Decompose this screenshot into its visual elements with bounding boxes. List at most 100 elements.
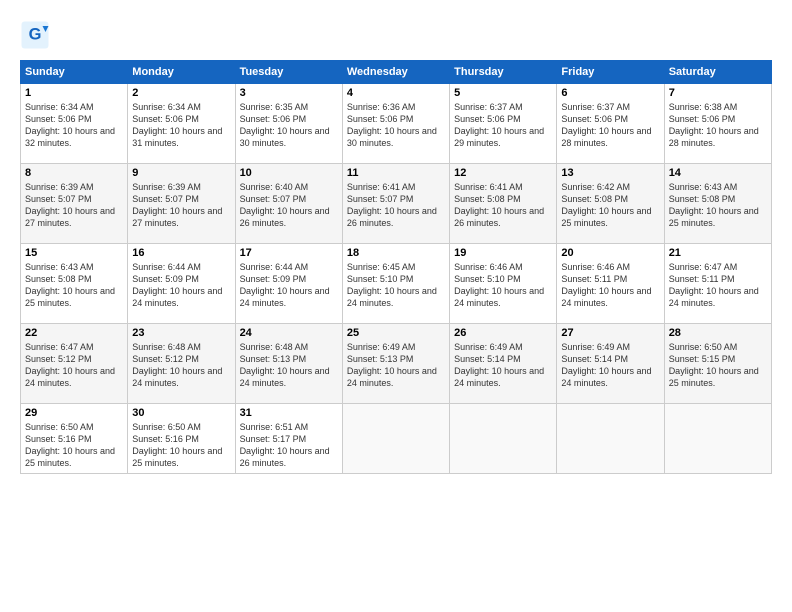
day-info: Sunrise: 6:48 AM Sunset: 5:12 PM Dayligh… <box>132 341 230 390</box>
calendar-cell: 23 Sunrise: 6:48 AM Sunset: 5:12 PM Dayl… <box>128 324 235 404</box>
calendar-week-row: 22 Sunrise: 6:47 AM Sunset: 5:12 PM Dayl… <box>21 324 772 404</box>
calendar-cell: 4 Sunrise: 6:36 AM Sunset: 5:06 PM Dayli… <box>342 84 449 164</box>
day-info: Sunrise: 6:46 AM Sunset: 5:11 PM Dayligh… <box>561 261 659 310</box>
calendar-cell: 2 Sunrise: 6:34 AM Sunset: 5:06 PM Dayli… <box>128 84 235 164</box>
day-number: 12 <box>454 167 552 179</box>
day-number: 25 <box>347 327 445 339</box>
calendar-cell: 15 Sunrise: 6:43 AM Sunset: 5:08 PM Dayl… <box>21 244 128 324</box>
day-number: 13 <box>561 167 659 179</box>
day-number: 31 <box>240 407 338 419</box>
day-number: 10 <box>240 167 338 179</box>
logo-icon: G <box>20 20 50 50</box>
day-info: Sunrise: 6:40 AM Sunset: 5:07 PM Dayligh… <box>240 181 338 230</box>
calendar-cell: 19 Sunrise: 6:46 AM Sunset: 5:10 PM Dayl… <box>450 244 557 324</box>
day-info: Sunrise: 6:36 AM Sunset: 5:06 PM Dayligh… <box>347 101 445 150</box>
logo: G <box>20 20 54 50</box>
day-info: Sunrise: 6:49 AM Sunset: 5:14 PM Dayligh… <box>561 341 659 390</box>
day-info: Sunrise: 6:44 AM Sunset: 5:09 PM Dayligh… <box>240 261 338 310</box>
day-number: 1 <box>25 87 123 99</box>
calendar-header-row: SundayMondayTuesdayWednesdayThursdayFrid… <box>21 61 772 84</box>
day-info: Sunrise: 6:51 AM Sunset: 5:17 PM Dayligh… <box>240 421 338 470</box>
calendar-week-row: 1 Sunrise: 6:34 AM Sunset: 5:06 PM Dayli… <box>21 84 772 164</box>
calendar-cell: 25 Sunrise: 6:49 AM Sunset: 5:13 PM Dayl… <box>342 324 449 404</box>
calendar-cell: 16 Sunrise: 6:44 AM Sunset: 5:09 PM Dayl… <box>128 244 235 324</box>
day-info: Sunrise: 6:46 AM Sunset: 5:10 PM Dayligh… <box>454 261 552 310</box>
day-info: Sunrise: 6:34 AM Sunset: 5:06 PM Dayligh… <box>132 101 230 150</box>
day-number: 17 <box>240 247 338 259</box>
calendar-cell: 10 Sunrise: 6:40 AM Sunset: 5:07 PM Dayl… <box>235 164 342 244</box>
calendar-week-row: 29 Sunrise: 6:50 AM Sunset: 5:16 PM Dayl… <box>21 404 772 474</box>
calendar-cell: 3 Sunrise: 6:35 AM Sunset: 5:06 PM Dayli… <box>235 84 342 164</box>
day-info: Sunrise: 6:47 AM Sunset: 5:12 PM Dayligh… <box>25 341 123 390</box>
day-number: 26 <box>454 327 552 339</box>
day-info: Sunrise: 6:43 AM Sunset: 5:08 PM Dayligh… <box>669 181 767 230</box>
day-number: 11 <box>347 167 445 179</box>
calendar-cell: 11 Sunrise: 6:41 AM Sunset: 5:07 PM Dayl… <box>342 164 449 244</box>
day-info: Sunrise: 6:37 AM Sunset: 5:06 PM Dayligh… <box>561 101 659 150</box>
calendar-cell: 22 Sunrise: 6:47 AM Sunset: 5:12 PM Dayl… <box>21 324 128 404</box>
day-info: Sunrise: 6:39 AM Sunset: 5:07 PM Dayligh… <box>132 181 230 230</box>
calendar-cell <box>557 404 664 474</box>
day-number: 20 <box>561 247 659 259</box>
calendar-cell: 13 Sunrise: 6:42 AM Sunset: 5:08 PM Dayl… <box>557 164 664 244</box>
calendar-cell: 6 Sunrise: 6:37 AM Sunset: 5:06 PM Dayli… <box>557 84 664 164</box>
day-number: 28 <box>669 327 767 339</box>
calendar-cell: 18 Sunrise: 6:45 AM Sunset: 5:10 PM Dayl… <box>342 244 449 324</box>
weekday-header: Tuesday <box>235 61 342 84</box>
day-info: Sunrise: 6:49 AM Sunset: 5:14 PM Dayligh… <box>454 341 552 390</box>
calendar-cell: 20 Sunrise: 6:46 AM Sunset: 5:11 PM Dayl… <box>557 244 664 324</box>
calendar-cell <box>342 404 449 474</box>
calendar-cell: 29 Sunrise: 6:50 AM Sunset: 5:16 PM Dayl… <box>21 404 128 474</box>
calendar-cell: 12 Sunrise: 6:41 AM Sunset: 5:08 PM Dayl… <box>450 164 557 244</box>
calendar-cell: 28 Sunrise: 6:50 AM Sunset: 5:15 PM Dayl… <box>664 324 771 404</box>
day-number: 2 <box>132 87 230 99</box>
day-info: Sunrise: 6:43 AM Sunset: 5:08 PM Dayligh… <box>25 261 123 310</box>
weekday-header: Thursday <box>450 61 557 84</box>
weekday-header: Wednesday <box>342 61 449 84</box>
day-info: Sunrise: 6:44 AM Sunset: 5:09 PM Dayligh… <box>132 261 230 310</box>
day-info: Sunrise: 6:42 AM Sunset: 5:08 PM Dayligh… <box>561 181 659 230</box>
day-number: 23 <box>132 327 230 339</box>
day-number: 22 <box>25 327 123 339</box>
calendar-cell: 31 Sunrise: 6:51 AM Sunset: 5:17 PM Dayl… <box>235 404 342 474</box>
day-number: 14 <box>669 167 767 179</box>
calendar-cell: 9 Sunrise: 6:39 AM Sunset: 5:07 PM Dayli… <box>128 164 235 244</box>
svg-text:G: G <box>29 26 42 44</box>
weekday-header: Saturday <box>664 61 771 84</box>
day-info: Sunrise: 6:48 AM Sunset: 5:13 PM Dayligh… <box>240 341 338 390</box>
day-info: Sunrise: 6:47 AM Sunset: 5:11 PM Dayligh… <box>669 261 767 310</box>
day-number: 8 <box>25 167 123 179</box>
day-info: Sunrise: 6:50 AM Sunset: 5:15 PM Dayligh… <box>669 341 767 390</box>
day-number: 4 <box>347 87 445 99</box>
day-info: Sunrise: 6:49 AM Sunset: 5:13 PM Dayligh… <box>347 341 445 390</box>
calendar-cell: 26 Sunrise: 6:49 AM Sunset: 5:14 PM Dayl… <box>450 324 557 404</box>
day-info: Sunrise: 6:50 AM Sunset: 5:16 PM Dayligh… <box>25 421 123 470</box>
calendar-cell: 7 Sunrise: 6:38 AM Sunset: 5:06 PM Dayli… <box>664 84 771 164</box>
day-number: 15 <box>25 247 123 259</box>
day-number: 16 <box>132 247 230 259</box>
calendar-cell <box>664 404 771 474</box>
calendar-cell: 30 Sunrise: 6:50 AM Sunset: 5:16 PM Dayl… <box>128 404 235 474</box>
day-number: 7 <box>669 87 767 99</box>
calendar-week-row: 8 Sunrise: 6:39 AM Sunset: 5:07 PM Dayli… <box>21 164 772 244</box>
weekday-header: Friday <box>557 61 664 84</box>
calendar-cell: 5 Sunrise: 6:37 AM Sunset: 5:06 PM Dayli… <box>450 84 557 164</box>
day-info: Sunrise: 6:34 AM Sunset: 5:06 PM Dayligh… <box>25 101 123 150</box>
calendar-week-row: 15 Sunrise: 6:43 AM Sunset: 5:08 PM Dayl… <box>21 244 772 324</box>
day-number: 3 <box>240 87 338 99</box>
calendar-cell: 24 Sunrise: 6:48 AM Sunset: 5:13 PM Dayl… <box>235 324 342 404</box>
calendar-cell: 17 Sunrise: 6:44 AM Sunset: 5:09 PM Dayl… <box>235 244 342 324</box>
day-number: 30 <box>132 407 230 419</box>
weekday-header: Sunday <box>21 61 128 84</box>
day-info: Sunrise: 6:38 AM Sunset: 5:06 PM Dayligh… <box>669 101 767 150</box>
day-info: Sunrise: 6:39 AM Sunset: 5:07 PM Dayligh… <box>25 181 123 230</box>
day-number: 21 <box>669 247 767 259</box>
calendar-cell <box>450 404 557 474</box>
calendar-cell: 27 Sunrise: 6:49 AM Sunset: 5:14 PM Dayl… <box>557 324 664 404</box>
page-header: G <box>20 20 772 50</box>
day-number: 24 <box>240 327 338 339</box>
day-info: Sunrise: 6:35 AM Sunset: 5:06 PM Dayligh… <box>240 101 338 150</box>
calendar-cell: 8 Sunrise: 6:39 AM Sunset: 5:07 PM Dayli… <box>21 164 128 244</box>
day-number: 19 <box>454 247 552 259</box>
calendar-cell: 14 Sunrise: 6:43 AM Sunset: 5:08 PM Dayl… <box>664 164 771 244</box>
